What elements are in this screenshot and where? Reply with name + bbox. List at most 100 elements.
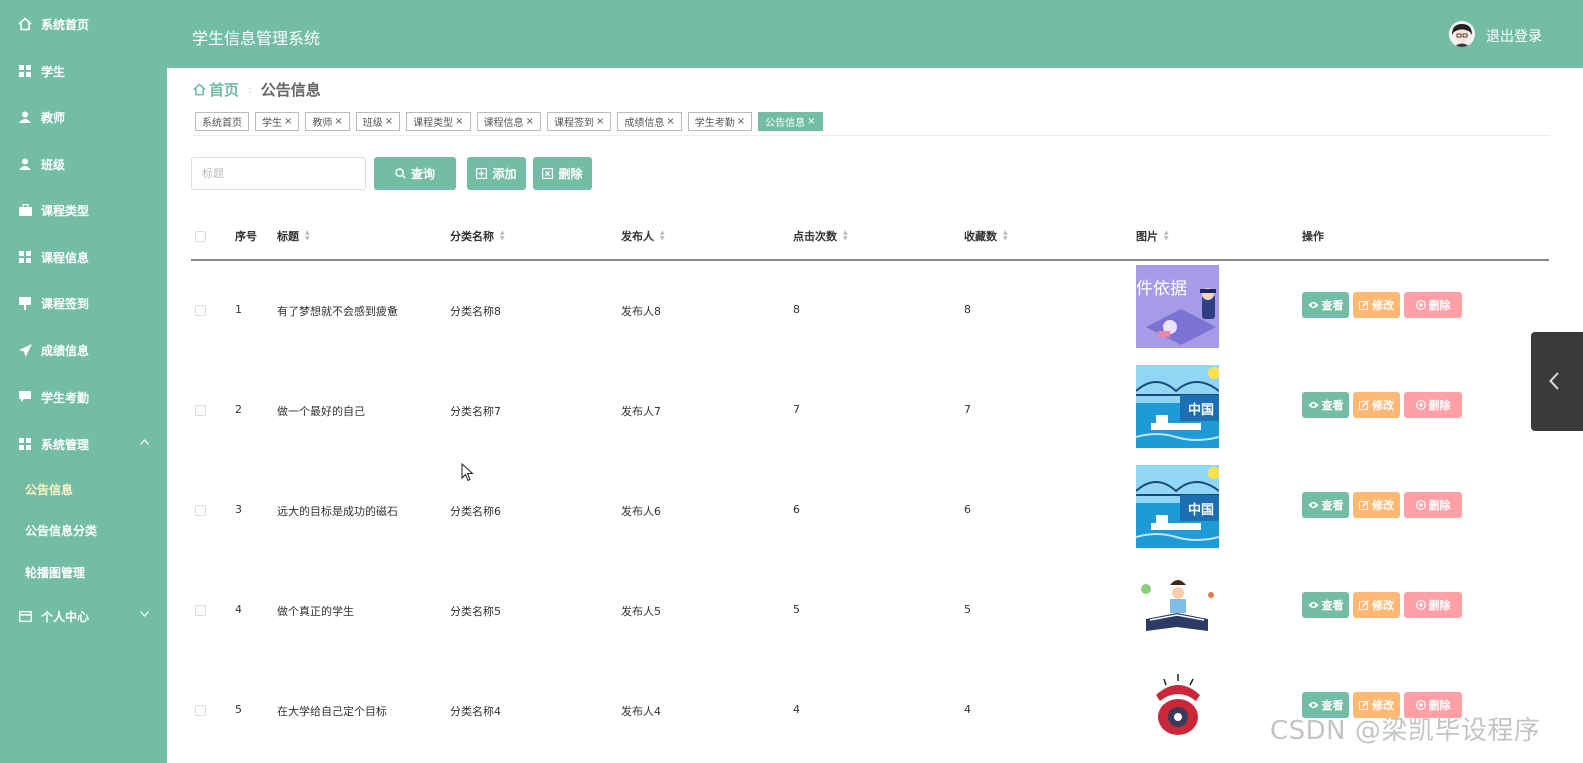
paper-plane-icon xyxy=(18,343,32,357)
chevron-up-icon xyxy=(140,437,149,448)
breadcrumb-current: 公告信息 xyxy=(260,81,321,99)
column-header-clicks[interactable]: 点击次数 ▲ ▼ xyxy=(793,228,848,244)
row-checkbox[interactable] xyxy=(195,305,206,316)
close-icon[interactable]: × xyxy=(385,116,393,127)
close-icon[interactable]: × xyxy=(284,116,292,127)
sidebar-item-teachers[interactable]: 教师 xyxy=(0,97,167,137)
tag-label: 成绩信息 xyxy=(624,118,665,129)
cell-publisher: 发布人4 xyxy=(621,705,661,718)
query-button[interactable]: 查询 xyxy=(374,157,456,190)
close-circle-icon xyxy=(1415,400,1426,410)
notice-image xyxy=(1136,665,1219,748)
column-header-category[interactable]: 分类名称 ▲ ▼ xyxy=(450,228,505,244)
row-checkbox[interactable] xyxy=(195,605,206,616)
column-header-image[interactable]: 图片 ▲ ▼ xyxy=(1136,228,1169,244)
view-button[interactable]: 查看 xyxy=(1302,392,1349,418)
grid-icon xyxy=(18,437,32,451)
close-icon[interactable]: × xyxy=(737,116,745,127)
sidebar-item-personal-center[interactable]: 个人中心 xyxy=(0,596,167,636)
add-button[interactable]: 添加 xyxy=(467,157,526,190)
sidebar-item-course-types[interactable]: 课程类型 xyxy=(0,190,167,230)
breadcrumb-home[interactable]: 首页 xyxy=(193,79,239,100)
row-checkbox[interactable] xyxy=(195,705,206,716)
row-checkbox[interactable] xyxy=(195,405,206,416)
logout-button[interactable]: 退出登录 xyxy=(1486,26,1542,46)
tag-course-types[interactable]: 课程类型 × xyxy=(406,112,471,131)
cell-category: 分类名称5 xyxy=(450,605,501,618)
sort-icon[interactable]: ▲ ▼ xyxy=(1164,230,1169,242)
sidebar-item-label: 成绩信息 xyxy=(41,343,90,358)
sidebar-item-label: 学生 xyxy=(41,64,66,79)
sidebar-item-grades[interactable]: 成绩信息 xyxy=(0,330,167,370)
sidebar-item-attendance[interactable]: 学生考勤 xyxy=(0,377,167,417)
close-icon[interactable]: × xyxy=(807,116,815,127)
chevron-down-icon xyxy=(140,609,149,620)
tag-course-signin[interactable]: 课程签到 × xyxy=(546,112,612,131)
close-icon[interactable]: × xyxy=(596,116,604,127)
close-icon[interactable]: × xyxy=(334,116,342,127)
image-caption: 中国 xyxy=(1188,503,1215,518)
tag-classes[interactable]: 班级 × xyxy=(355,112,401,131)
tag-teachers[interactable]: 教师 × xyxy=(305,112,350,131)
tag-label: 课程签到 xyxy=(553,118,594,129)
submenu-notice-category[interactable]: 公告信息分类 xyxy=(25,522,97,539)
edit-button[interactable]: 修改 xyxy=(1353,292,1400,318)
delete-button[interactable]: 删除 xyxy=(1404,592,1462,618)
column-header-favorites[interactable]: 收藏数 ▲ ▼ xyxy=(964,228,1008,244)
table-header: 序号 标题 ▲ ▼ 分类名称 ▲ ▼ 发布人 ▲ ▼ 点击次数 ▲ ▼ 收藏数 ▲ ▼ 图片 ▲ ▼ 操… xyxy=(191,222,1549,261)
chevron-left-icon xyxy=(1549,372,1559,390)
user-icon xyxy=(18,110,32,124)
delete-button[interactable]: 删除 xyxy=(1404,492,1462,518)
sort-icon[interactable]: ▲ ▼ xyxy=(843,230,848,242)
tag-label: 班级 xyxy=(362,118,383,129)
row-checkbox[interactable] xyxy=(195,505,206,516)
cell-favorites: 4 xyxy=(964,703,971,716)
tag-course-info[interactable]: 课程信息 × xyxy=(476,112,541,131)
cell-publisher: 发布人5 xyxy=(621,605,661,618)
eye-icon xyxy=(1308,601,1319,609)
edit-button[interactable]: 修改 xyxy=(1353,392,1400,418)
sidebar-item-label: 系统管理 xyxy=(41,437,90,452)
delete-button[interactable]: 删除 xyxy=(1404,292,1462,318)
cell-category: 分类名称4 xyxy=(450,705,501,718)
sort-icon[interactable]: ▲ ▼ xyxy=(500,230,505,242)
sidebar-item-course-signin[interactable]: 课程签到 xyxy=(0,283,167,323)
sidebar-item-students[interactable]: 学生 xyxy=(0,51,167,91)
view-button[interactable]: 查看 xyxy=(1302,592,1349,618)
title-search-input[interactable] xyxy=(191,157,366,190)
sort-icon[interactable]: ▲ ▼ xyxy=(305,230,310,242)
delete-button[interactable]: 删除 xyxy=(1404,392,1462,418)
edit-button[interactable]: 修改 xyxy=(1353,592,1400,618)
sort-icon[interactable]: ▲ ▼ xyxy=(1003,230,1008,242)
sidebar-item-home[interactable]: 系统首页 xyxy=(0,4,167,44)
sort-icon[interactable]: ▲ ▼ xyxy=(660,230,665,242)
tag-grades[interactable]: 成绩信息 × xyxy=(617,112,682,131)
tag-home[interactable]: 系统首页 xyxy=(195,112,249,131)
cell-title: 有了梦想就不会感到疲惫 xyxy=(277,305,398,318)
sidebar-item-system-management[interactable]: 系统管理 xyxy=(0,424,167,464)
select-all-checkbox[interactable] xyxy=(195,231,206,242)
submenu-carousel-management[interactable]: 轮播图管理 xyxy=(25,564,85,581)
side-panel-toggle[interactable] xyxy=(1531,332,1583,431)
tag-notice-info[interactable]: 公告信息 × xyxy=(758,112,823,131)
close-icon[interactable]: × xyxy=(455,116,463,127)
sidebar-item-classes[interactable]: 班级 xyxy=(0,144,167,184)
column-header-index: 序号 xyxy=(235,230,257,243)
sidebar-item-course-info[interactable]: 课程信息 xyxy=(0,237,167,277)
submenu-notice-info[interactable]: 公告信息 xyxy=(25,481,73,498)
close-icon[interactable]: × xyxy=(526,116,534,127)
avatar[interactable] xyxy=(1449,21,1475,47)
close-icon[interactable]: × xyxy=(666,116,674,127)
column-header-actions: 操作 xyxy=(1302,230,1324,243)
plus-square-icon xyxy=(476,168,488,179)
tag-attendance[interactable]: 学生考勤 × xyxy=(687,112,753,131)
credit-card-icon xyxy=(18,609,32,623)
column-header-publisher[interactable]: 发布人 ▲ ▼ xyxy=(621,228,665,244)
view-button[interactable]: 查看 xyxy=(1302,292,1349,318)
batch-delete-button[interactable]: 删除 xyxy=(533,157,592,190)
edit-button[interactable]: 修改 xyxy=(1353,492,1400,518)
view-button[interactable]: 查看 xyxy=(1302,492,1349,518)
column-header-title[interactable]: 标题 ▲ ▼ xyxy=(277,228,310,244)
edit-icon xyxy=(1359,600,1369,610)
tag-students[interactable]: 学生 × xyxy=(255,112,300,131)
